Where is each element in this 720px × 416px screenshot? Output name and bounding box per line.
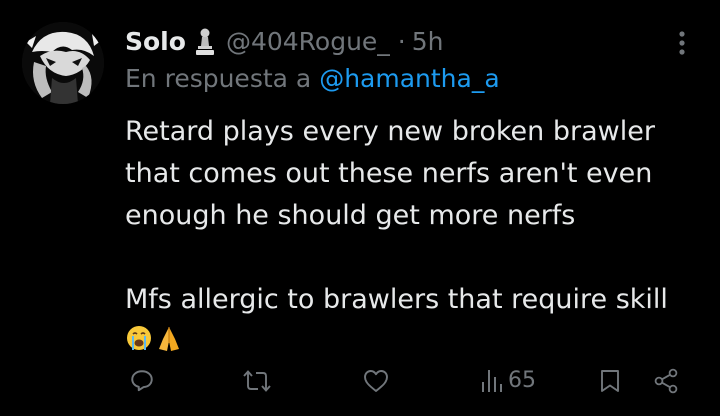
heart-icon [362,368,390,394]
timestamp[interactable]: 5h [412,27,444,56]
reply-context: En respuesta a @hamantha_a [125,64,500,93]
tweet-text-paragraph: Mfs allergic to brawlers that require sk… [125,284,668,315]
tweet-header: Solo @404Rogue_ · 5h [125,22,444,60]
crying-face-emoji [125,323,153,353]
chess-pawn-icon [194,26,216,56]
views-icon [480,366,504,394]
folded-hands-emoji [155,323,183,353]
retweet-button[interactable] [242,368,272,394]
action-bar: 65 [0,362,720,402]
share-button[interactable] [652,368,680,394]
share-icon [652,368,680,394]
tweet-text: Retard plays every new broken brawler th… [125,111,710,353]
bookmark-button[interactable] [599,368,621,394]
views-count: 65 [508,367,536,393]
views-button[interactable]: 65 [480,366,536,394]
tweet[interactable]: Solo @404Rogue_ · 5h En respuesta a @ham… [0,0,720,416]
reply-prefix: En respuesta a [125,64,312,93]
avatar[interactable] [22,22,104,104]
display-name[interactable]: Solo [125,27,186,56]
bookmark-icon [599,368,621,394]
reply-mention-link[interactable]: @hamantha_a [319,64,499,93]
like-button[interactable] [362,368,390,394]
more-options-icon[interactable] [672,28,692,58]
reply-icon [129,368,155,394]
tweet-text-paragraph: Retard plays every new broken brawler th… [125,116,655,231]
emoji-row [125,323,710,353]
reply-button[interactable] [129,368,155,394]
separator-dot: · [397,26,406,56]
user-handle[interactable]: @404Rogue_ [226,27,390,56]
retweet-icon [242,368,272,394]
